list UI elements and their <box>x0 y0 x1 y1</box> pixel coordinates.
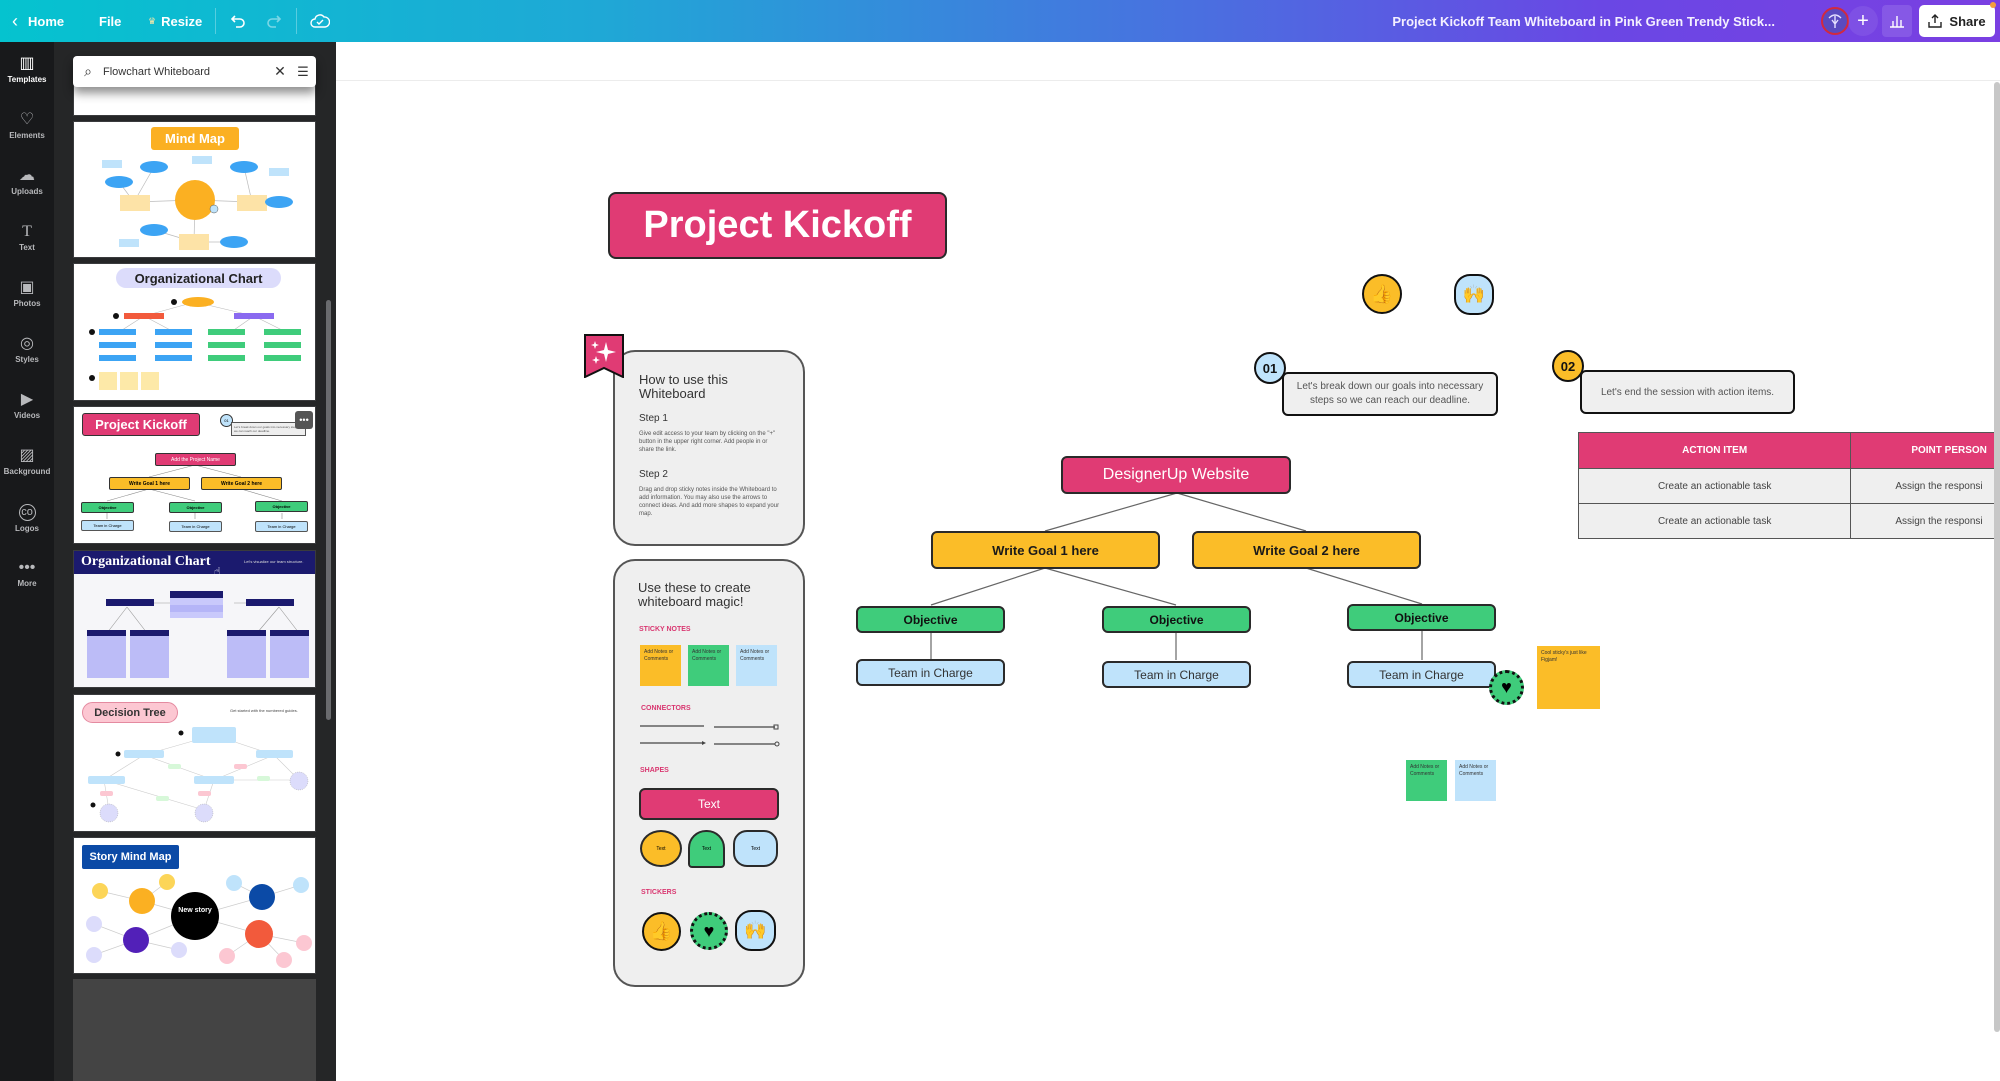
clear-search-icon[interactable]: ✕ <box>270 63 290 80</box>
filter-icon[interactable]: ☰ <box>290 64 316 80</box>
template-search-bar[interactable]: ⌕ Flowchart Whiteboard ✕ ☰ <box>73 56 316 87</box>
tree-objective-3[interactable]: Objective <box>1347 604 1496 631</box>
canvas-sticky-yellow[interactable]: Cool sticky's just like Figjam! <box>1537 646 1600 709</box>
tree-team-2[interactable]: Team in Charge <box>1102 661 1251 688</box>
tree-objective-1[interactable]: Objective <box>856 606 1005 633</box>
tree-objective-2[interactable]: Objective <box>1102 606 1251 633</box>
canvas-sticky-blue[interactable]: Add Notes or Comments <box>1455 760 1496 801</box>
tree-root-node[interactable]: DesignerUp Website <box>1061 456 1291 494</box>
canvas-sticky-green[interactable]: Add Notes or Comments <box>1406 760 1447 801</box>
heart-sticker-icon[interactable]: ♥ <box>1489 670 1524 705</box>
search-icon: ⌕ <box>84 63 92 79</box>
tree-goal-2[interactable]: Write Goal 2 here <box>1192 531 1421 569</box>
tree-goal-1[interactable]: Write Goal 1 here <box>931 531 1160 569</box>
tree-team-3[interactable]: Team in Charge <box>1347 661 1496 688</box>
canvas-vertical-scrollbar[interactable] <box>1994 82 2000 1032</box>
tree-team-1[interactable]: Team in Charge <box>856 659 1005 686</box>
step-02-badge: 02 <box>1552 350 1584 382</box>
connector-root-goal1 <box>1044 492 1178 532</box>
connector-goal1-obj1 <box>930 567 1046 606</box>
step-01-badge: 01 <box>1254 352 1286 384</box>
connector-goal2-obj3 <box>1305 567 1423 605</box>
connector-goal1-obj2 <box>1044 567 1177 606</box>
search-input[interactable]: Flowchart Whiteboard <box>103 66 270 78</box>
connector-root-goal2 <box>1176 492 1307 532</box>
